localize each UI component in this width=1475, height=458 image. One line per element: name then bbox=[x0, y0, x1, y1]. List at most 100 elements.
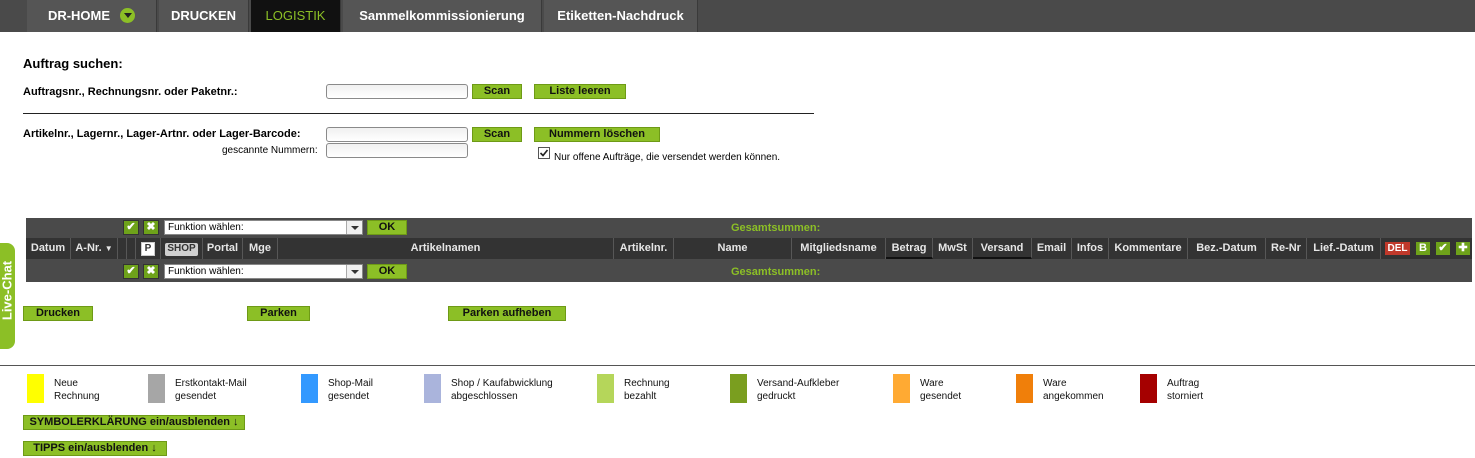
page-title: Auftrag suchen: bbox=[23, 56, 123, 71]
function-select-bottom-value: Funktion wählen: bbox=[168, 266, 244, 277]
toggle-tips-button[interactable]: TIPPS ein/ausblenden ↓ bbox=[23, 441, 167, 456]
live-chat-label: Live-Chat bbox=[0, 260, 15, 321]
legend-swatch bbox=[424, 374, 441, 403]
article-number-input[interactable] bbox=[326, 127, 468, 142]
article-number-label: Artikelnr., Lagernr., Lager-Artnr. oder … bbox=[23, 128, 301, 140]
col-a-nr-label: A-Nr. bbox=[75, 242, 102, 254]
col-datum[interactable]: Datum bbox=[26, 238, 71, 259]
col-spacer-2 bbox=[127, 238, 136, 259]
legend-swatch bbox=[893, 374, 910, 403]
tab-drucken[interactable]: DRUCKEN bbox=[159, 0, 249, 32]
totals-label-bottom: Gesamtsummen: bbox=[731, 266, 821, 278]
legend-swatch bbox=[148, 374, 165, 403]
col-artikelnamen[interactable]: Artikelnamen bbox=[278, 238, 614, 259]
legend-swatch bbox=[1140, 374, 1157, 403]
chevron-down-icon bbox=[346, 221, 362, 234]
table-header: Datum A-Nr. ▼ P SHOP Portal Mge Artikeln… bbox=[26, 238, 1472, 259]
select-all-check-icon[interactable]: ✔ bbox=[123, 264, 139, 279]
open-orders-label: Nur offene Aufträge, die versendet werde… bbox=[554, 152, 781, 163]
col-infos[interactable]: Infos bbox=[1072, 238, 1109, 259]
col-mitgliedsname[interactable]: Mitgliedsname bbox=[792, 238, 886, 259]
shop-badge-icon: SHOP bbox=[165, 243, 198, 256]
check-icon[interactable]: ✔ bbox=[1435, 241, 1451, 256]
live-chat-tab[interactable]: Live-Chat bbox=[0, 243, 15, 349]
legend-label-line2: bezahlt bbox=[624, 391, 657, 402]
legend-label: Rechnung bezahlt bbox=[624, 377, 670, 403]
parked-badge-icon: P bbox=[141, 242, 155, 256]
legend-label: Ware angekommen bbox=[1043, 377, 1104, 403]
tab-logistik[interactable]: LOGISTIK bbox=[251, 0, 341, 32]
col-artikelnr[interactable]: Artikelnr. bbox=[614, 238, 674, 259]
legend-swatch bbox=[301, 374, 318, 403]
chevron-down-icon bbox=[346, 265, 362, 278]
legend-label-line2: gesendet bbox=[175, 391, 217, 402]
col-bez-datum[interactable]: Bez.-Datum bbox=[1188, 238, 1266, 259]
col-mge[interactable]: Mge bbox=[243, 238, 278, 259]
delete-icon[interactable]: DEL bbox=[1384, 241, 1411, 256]
order-number-label: Auftragsnr., Rechnungsnr. oder Paketnr.: bbox=[23, 86, 238, 98]
col-parked[interactable]: P bbox=[136, 238, 161, 259]
legend-label-line2: abgeschlossen bbox=[451, 391, 518, 402]
col-re-nr[interactable]: Re-Nr bbox=[1266, 238, 1307, 259]
function-select-top-value: Funktion wählen: bbox=[168, 222, 244, 233]
b-icon[interactable]: B bbox=[1415, 241, 1431, 256]
legend-label-line2: angekommen bbox=[1043, 391, 1104, 402]
legend-label-line1: Shop / Kaufabwicklung bbox=[451, 378, 553, 389]
legend-label-line1: Auftrag bbox=[1167, 378, 1200, 389]
col-a-nr[interactable]: A-Nr. ▼ bbox=[71, 238, 118, 259]
legend-swatch bbox=[597, 374, 614, 403]
function-select-bottom[interactable]: Funktion wählen: bbox=[164, 264, 363, 279]
col-portal[interactable]: Portal bbox=[203, 238, 243, 259]
legend-label: Auftrag storniert bbox=[1167, 377, 1203, 403]
scanned-numbers-label: gescannte Nummern: bbox=[222, 145, 318, 156]
scan-article-button[interactable]: Scan bbox=[472, 127, 522, 142]
scanned-numbers-field[interactable] bbox=[326, 143, 468, 158]
divider bbox=[0, 365, 1475, 366]
sort-down-icon: ▼ bbox=[104, 244, 113, 253]
open-orders-checkbox[interactable] bbox=[538, 147, 550, 159]
function-select-top[interactable]: Funktion wählen: bbox=[164, 220, 363, 235]
col-email[interactable]: Email bbox=[1032, 238, 1072, 259]
col-lief-datum[interactable]: Lief.-Datum bbox=[1307, 238, 1381, 259]
unpark-button[interactable]: Parken aufheben bbox=[448, 306, 566, 321]
ok-button-bottom[interactable]: OK bbox=[367, 264, 407, 279]
park-button[interactable]: Parken bbox=[247, 306, 310, 321]
legend-label-line1: Rechnung bbox=[624, 378, 670, 389]
scan-order-button[interactable]: Scan bbox=[472, 84, 522, 99]
print-button[interactable]: Drucken bbox=[23, 306, 93, 321]
legend-label-line1: Ware bbox=[920, 378, 944, 389]
legend-label-line1: Versand-Aufkleber bbox=[757, 378, 840, 389]
deselect-all-icon[interactable]: ✖ bbox=[143, 220, 159, 235]
ok-button-top[interactable]: OK bbox=[367, 220, 407, 235]
legend-swatch bbox=[27, 374, 44, 403]
tab-dr-home[interactable]: DR-HOME bbox=[27, 0, 157, 32]
legend-label-line2: gedruckt bbox=[757, 391, 796, 402]
tab-sammelkommissionierung[interactable]: Sammelkommissionierung bbox=[343, 0, 542, 32]
toggle-symbols-button[interactable]: SYMBOLERKLÄRUNG ein/ausblenden ↓ bbox=[23, 415, 245, 430]
clear-list-button[interactable]: Liste leeren bbox=[534, 84, 626, 99]
legend-label-line2: Rechnung bbox=[54, 391, 100, 402]
deselect-all-icon[interactable]: ✖ bbox=[143, 264, 159, 279]
legend-label: Neue Rechnung bbox=[54, 377, 100, 403]
col-kommentare[interactable]: Kommentare bbox=[1109, 238, 1188, 259]
legend-label-line1: Ware bbox=[1043, 378, 1067, 389]
select-all-check-icon[interactable]: ✔ bbox=[123, 220, 139, 235]
col-name[interactable]: Name bbox=[674, 238, 792, 259]
top-navigation: DR-HOME DRUCKEN LOGISTIK Sammelkommissio… bbox=[0, 0, 1475, 32]
clear-numbers-button[interactable]: Nummern löschen bbox=[534, 127, 660, 142]
legend-label-line2: storniert bbox=[1167, 391, 1204, 402]
legend-label-line1: Shop-Mail bbox=[328, 378, 374, 389]
tab-dr-home-label: DR-HOME bbox=[47, 8, 111, 23]
order-number-input[interactable] bbox=[326, 84, 468, 99]
chevron-down-icon[interactable] bbox=[120, 7, 136, 23]
legend-label: Shop / Kaufabwicklung abgeschlossen bbox=[451, 377, 553, 403]
col-mwst[interactable]: MwSt bbox=[933, 238, 973, 259]
plus-icon[interactable]: ✚ bbox=[1455, 241, 1471, 256]
col-shop[interactable]: SHOP bbox=[161, 238, 203, 259]
tab-etiketten-nachdruck[interactable]: Etiketten-Nachdruck bbox=[544, 0, 698, 32]
legend-label-line1: Neue bbox=[54, 378, 78, 389]
legend-label-line2: gesendet bbox=[920, 391, 962, 402]
totals-label-top: Gesamtsummen: bbox=[731, 222, 821, 234]
col-betrag[interactable]: Betrag bbox=[886, 238, 933, 259]
col-versand[interactable]: Versand bbox=[973, 238, 1032, 259]
